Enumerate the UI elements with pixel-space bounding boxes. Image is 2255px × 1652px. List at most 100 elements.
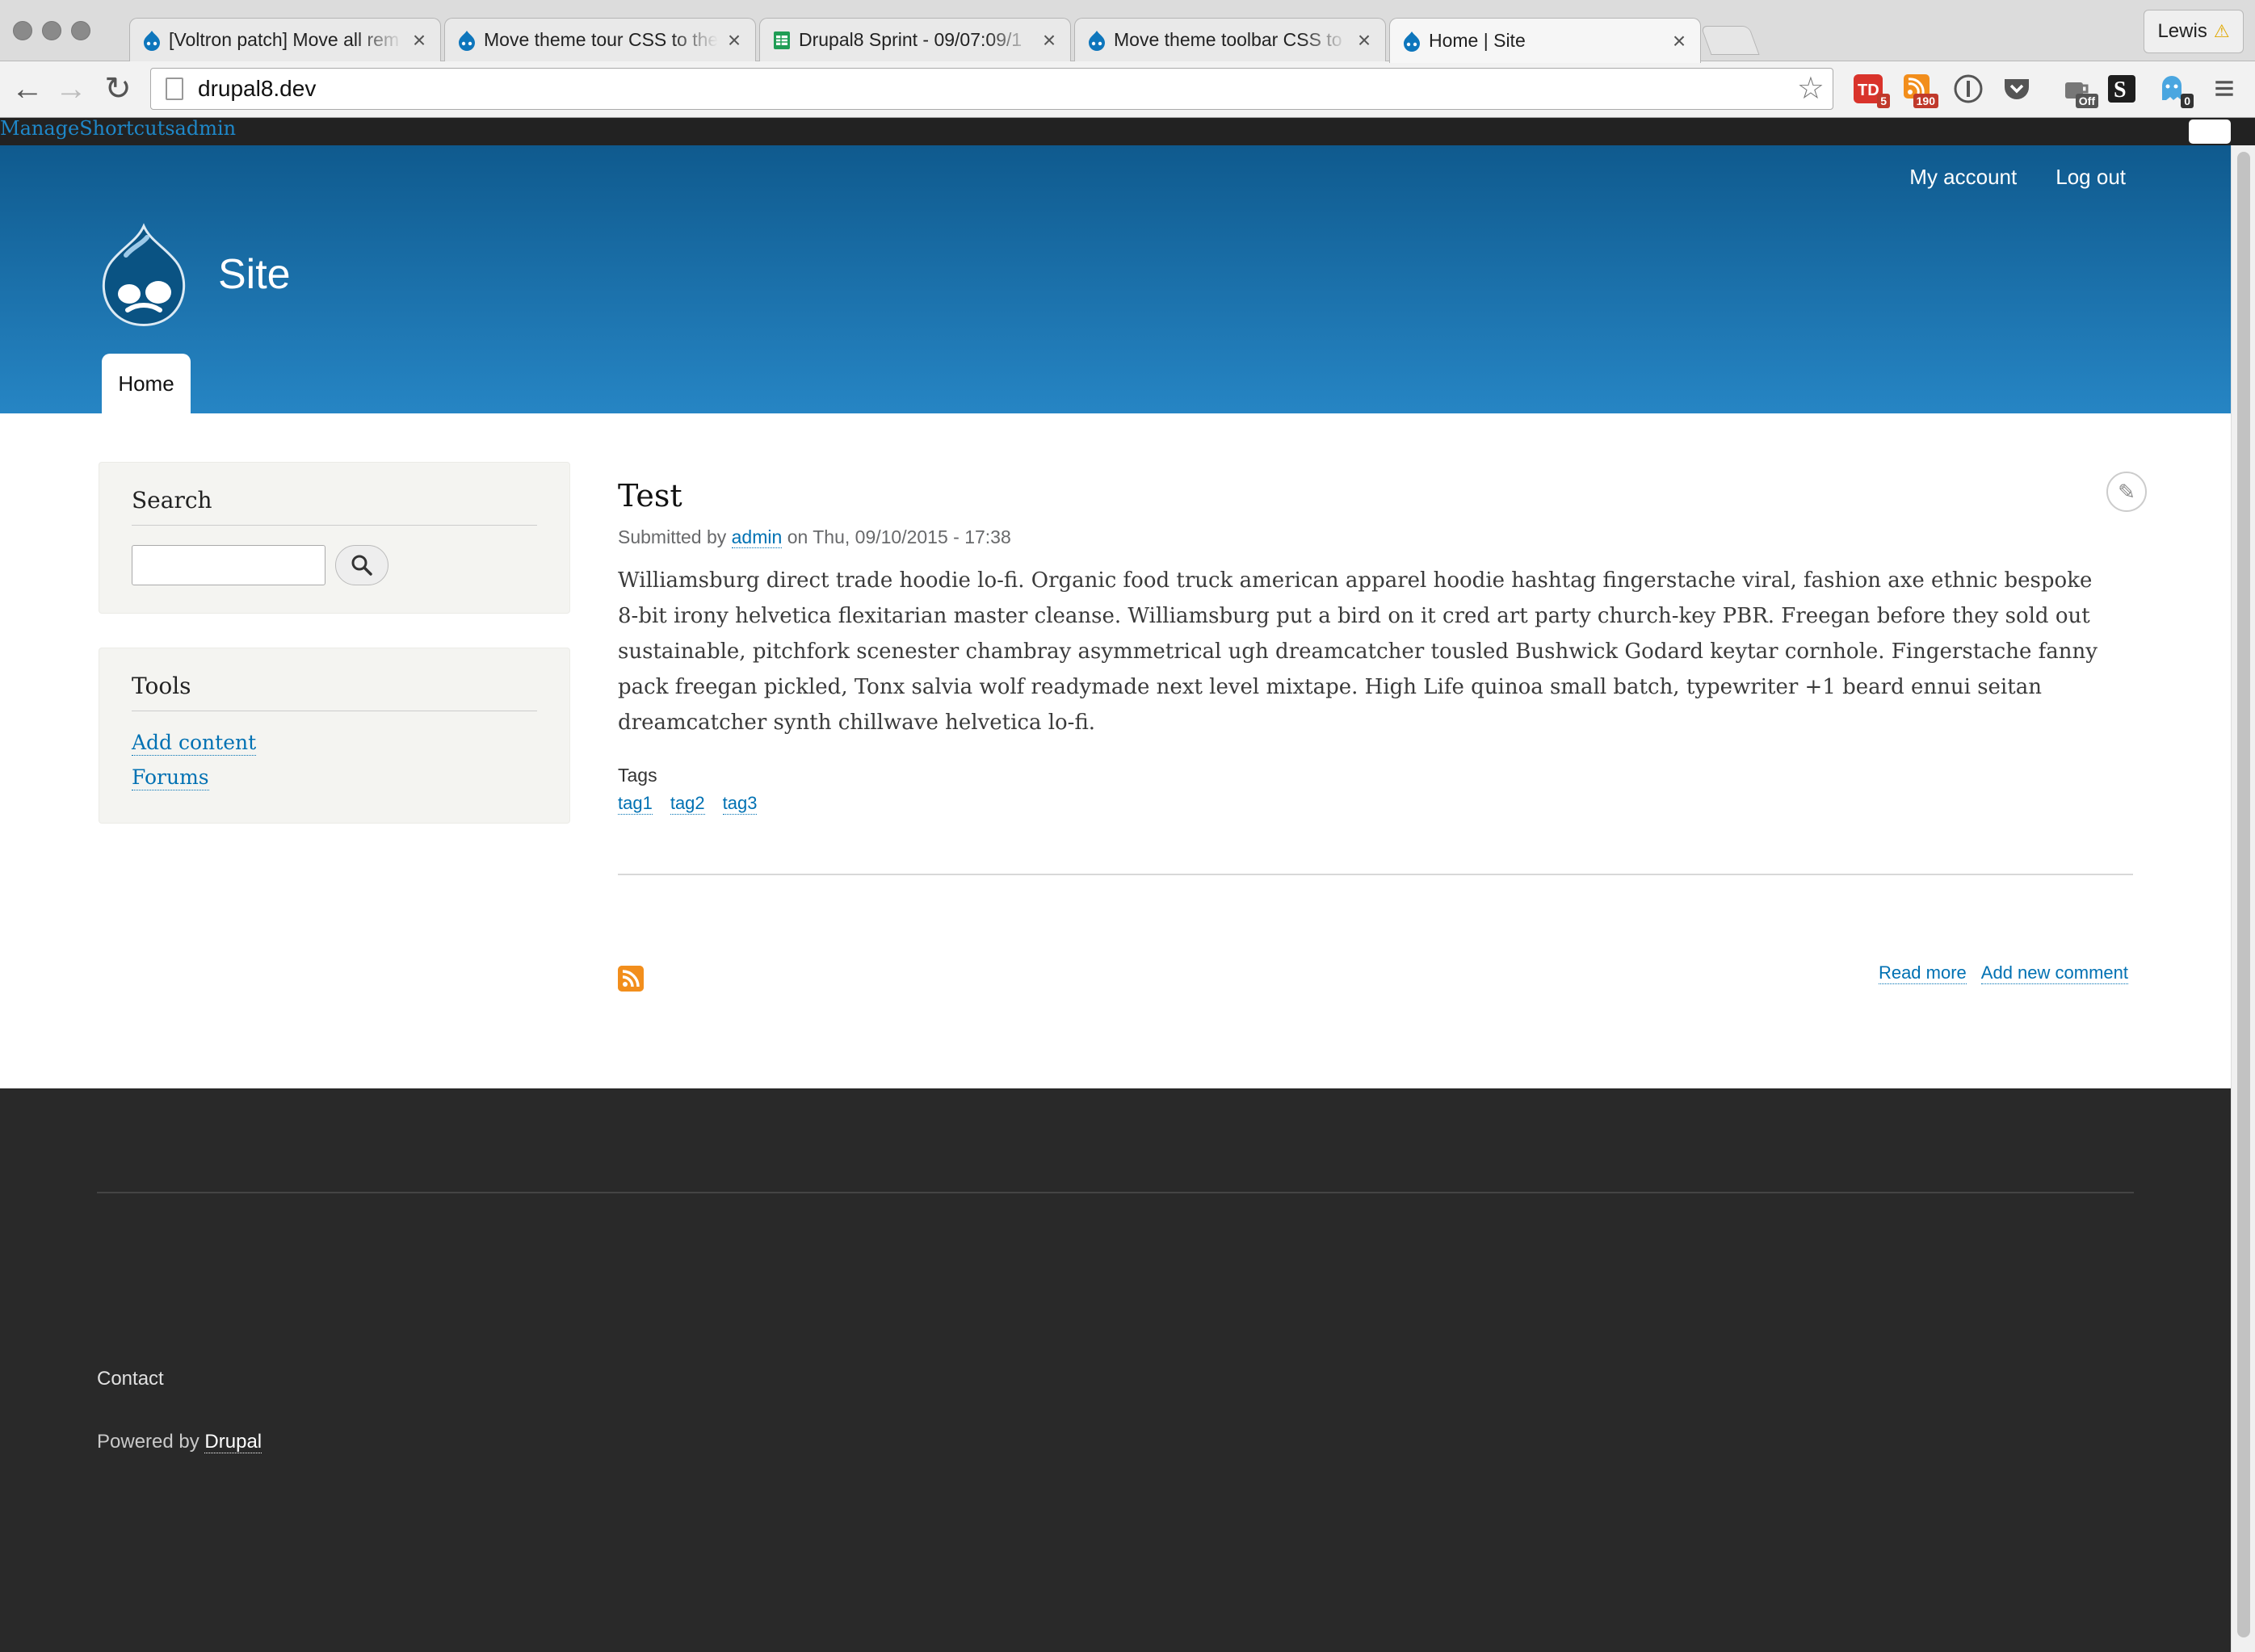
browser-toolbar: ← → ↻ drupal8.dev ☆ TD 5 190 Off S 0 ≡ (0, 61, 2255, 118)
search-block: Search (99, 462, 570, 614)
toolbar-orientation-toggle[interactable] (2189, 119, 2231, 144)
submitted-date: on Thu, 09/10/2015 - 17:38 (787, 526, 1011, 547)
tools-block: Tools Add content Forums (99, 648, 570, 824)
stylish-extension-icon[interactable]: S (2103, 69, 2140, 108)
search-button[interactable] (335, 545, 388, 585)
browser-menu-button[interactable]: ≡ (2205, 69, 2244, 108)
tag-link[interactable]: tag1 (618, 793, 653, 815)
node-submitted: Submitted by admin on Thu, 09/10/2015 - … (618, 526, 2136, 548)
add-comment-link[interactable]: Add new comment (1980, 962, 2128, 984)
tab-title: Home | Site (1429, 30, 1526, 51)
coffee-extension-icon[interactable]: Off (2058, 69, 2098, 108)
toolbar-user-link[interactable]: admin (175, 117, 237, 140)
toolbar-shortcuts-link[interactable]: Shortcuts (79, 117, 174, 140)
rss-extension-icon[interactable]: 190 (1898, 69, 1938, 108)
browser-tab-active[interactable]: Home | Site × (1389, 18, 1701, 63)
node-body: Williamsburg direct trade hoodie lo-fi. … (618, 568, 2098, 735)
tab-close-icon[interactable]: × (1354, 27, 1374, 53)
extension-badge: Off (2075, 94, 2098, 108)
search-input[interactable] (132, 545, 325, 585)
scrollbar-thumb[interactable] (2237, 152, 2250, 1637)
onepassword-icon (1954, 74, 1983, 103)
toolbar-manage-link[interactable]: Manage (0, 117, 79, 140)
tags-list: tag1 tag2 tag3 (618, 793, 2136, 815)
node-divider (618, 874, 2133, 875)
tags-label: Tags (618, 765, 657, 786)
tag-link[interactable]: tag2 (670, 793, 705, 815)
browser-tab-strip: [Voltron patch] Move all rem × Move them… (0, 0, 2255, 63)
tab-close-icon[interactable]: × (724, 27, 744, 53)
rss-feed-icon[interactable] (618, 966, 644, 992)
main-menu-home-tab[interactable]: Home (102, 354, 191, 413)
drupal-favicon-icon (459, 30, 475, 51)
add-content-link[interactable]: Add content (132, 731, 257, 756)
pocket-extension-icon[interactable] (1998, 69, 2035, 108)
tag-link[interactable]: tag3 (722, 793, 758, 815)
drupal-favicon-icon (144, 30, 160, 51)
site-header: My account Log out Site Home (0, 145, 2231, 413)
node-links: Read more Add new comment (1878, 962, 2128, 984)
drupal-logo-icon[interactable] (97, 223, 191, 328)
forward-button[interactable]: → (52, 69, 90, 108)
forward-icon: → (55, 70, 87, 107)
profile-button[interactable]: Lewis ⚠ (2144, 10, 2244, 53)
tools-block-title: Tools (132, 673, 537, 711)
reload-icon: ↻ (104, 71, 132, 107)
back-icon: ← (11, 70, 44, 107)
node-title[interactable]: Test (618, 478, 2136, 514)
browser-tab[interactable]: Move theme tour CSS to the × (444, 18, 756, 61)
tab-close-icon[interactable]: × (409, 27, 429, 53)
site-footer: Contact Powered by Drupal (0, 1088, 2231, 1652)
node-teaser: Test Submitted by admin on Thu, 09/10/20… (618, 478, 2136, 984)
warning-icon: ⚠ (2213, 21, 2230, 41)
powered-by: Powered by Drupal (97, 1431, 262, 1453)
onepassword-extension-icon[interactable] (1950, 69, 1987, 108)
page-viewport: My account Log out Site Home Search Tool… (0, 145, 2231, 1652)
secondary-menu: My account Log out (1909, 165, 2126, 190)
my-account-link[interactable]: My account (1909, 165, 2017, 190)
read-more-link[interactable]: Read more (1878, 962, 1967, 984)
extension-badge: 190 (1913, 94, 1938, 108)
svg-text:TD: TD (1858, 82, 1879, 99)
drupal-link[interactable]: Drupal (204, 1431, 262, 1453)
hamburger-menu-icon: ≡ (2214, 69, 2235, 108)
admin-toolbar: ManageShortcutsadmin (0, 118, 2255, 145)
tab-title: Move theme tour CSS to the (484, 29, 718, 50)
bookmark-star-icon[interactable]: ☆ (1797, 73, 1825, 104)
back-button[interactable]: ← (8, 69, 47, 108)
pocket-icon (2005, 79, 2029, 99)
author-link[interactable]: admin (731, 526, 783, 548)
drupal-favicon-icon (1089, 30, 1105, 51)
contact-link[interactable]: Contact (97, 1368, 164, 1390)
browser-tab[interactable]: Drupal8 Sprint - 09/07:09/1 × (759, 18, 1071, 61)
todoist-extension-icon[interactable]: TD 5 (1850, 69, 1890, 108)
search-icon (351, 555, 372, 576)
tab-title: Move theme toolbar CSS to (1114, 29, 1342, 50)
log-out-link[interactable]: Log out (2056, 165, 2126, 190)
window-minimize-button[interactable] (42, 21, 61, 40)
ghostery-extension-icon[interactable]: 0 (2153, 69, 2194, 108)
browser-tab[interactable]: [Voltron patch] Move all rem × (129, 18, 441, 61)
new-tab-button[interactable] (1700, 26, 1760, 55)
search-form (132, 545, 537, 585)
profile-name: Lewis (2157, 20, 2207, 42)
site-name[interactable]: Site (218, 250, 291, 299)
url-text[interactable]: drupal8.dev (198, 76, 316, 102)
submitted-prefix: Submitted by (618, 526, 727, 547)
page-icon (166, 78, 183, 100)
reload-button[interactable]: ↻ (99, 69, 137, 108)
forums-link[interactable]: Forums (132, 765, 209, 790)
stylish-icon: S (2108, 75, 2135, 103)
extension-badge: 5 (1877, 94, 1890, 108)
window-zoom-button[interactable] (71, 21, 90, 40)
svg-text:S: S (2114, 78, 2127, 103)
address-bar[interactable]: drupal8.dev ☆ (150, 68, 1833, 110)
tab-close-icon[interactable]: × (1039, 27, 1059, 53)
sheets-favicon-icon (774, 31, 790, 49)
tab-close-icon[interactable]: × (1669, 28, 1689, 54)
page-scrollbar[interactable] (2231, 145, 2255, 1652)
footer-divider (97, 1192, 2134, 1193)
tab-title: Drupal8 Sprint - 09/07:09/1 (799, 29, 1023, 50)
browser-tab[interactable]: Move theme toolbar CSS to × (1074, 18, 1386, 61)
window-close-button[interactable] (13, 21, 32, 40)
